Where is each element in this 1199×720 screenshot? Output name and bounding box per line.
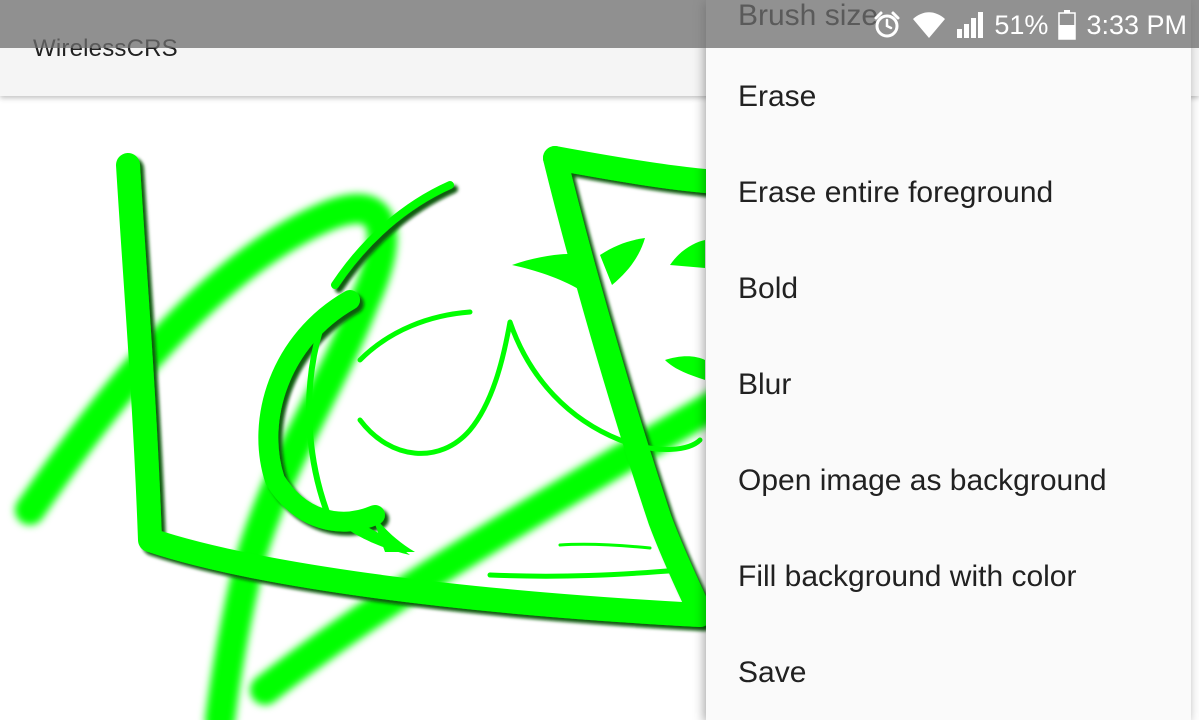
wifi-icon — [912, 11, 946, 39]
thin-stroke — [487, 567, 683, 579]
clock: 3:33 PM — [1086, 9, 1187, 40]
overflow-menu: Brush size Erase Erase entire foreground… — [706, 0, 1191, 720]
battery-percent: 51% — [994, 9, 1049, 40]
thin-stroke — [357, 309, 473, 363]
wedge-shape — [665, 356, 705, 380]
wedge-shape — [512, 253, 585, 290]
cell-signal-icon — [956, 11, 984, 39]
bold-stroke — [543, 146, 732, 194]
menu-item-blur[interactable]: Blur — [706, 337, 1191, 433]
menu-item-erase-entire-foreground[interactable]: Erase entire foreground — [706, 145, 1191, 241]
menu-item-erase[interactable]: Erase — [706, 49, 1191, 145]
alarm-icon — [872, 10, 902, 40]
menu-item-open-image-as-background[interactable]: Open image as background — [706, 433, 1191, 529]
wedge-shape — [600, 238, 645, 285]
menu-item-bold[interactable]: Bold — [706, 241, 1191, 337]
menu-item-save[interactable]: Save — [706, 625, 1191, 720]
menu-item-fill-background-with-color[interactable]: Fill background with color — [706, 529, 1191, 625]
thin-stroke — [558, 542, 652, 550]
battery-icon — [1058, 10, 1077, 40]
status-icons: 51% 3:33 PM — [872, 8, 1187, 42]
blur-stroke — [250, 365, 775, 705]
wedge-shape — [670, 240, 705, 268]
screen: WirelessCRS Brush size Erase Erase entir… — [0, 0, 1199, 720]
